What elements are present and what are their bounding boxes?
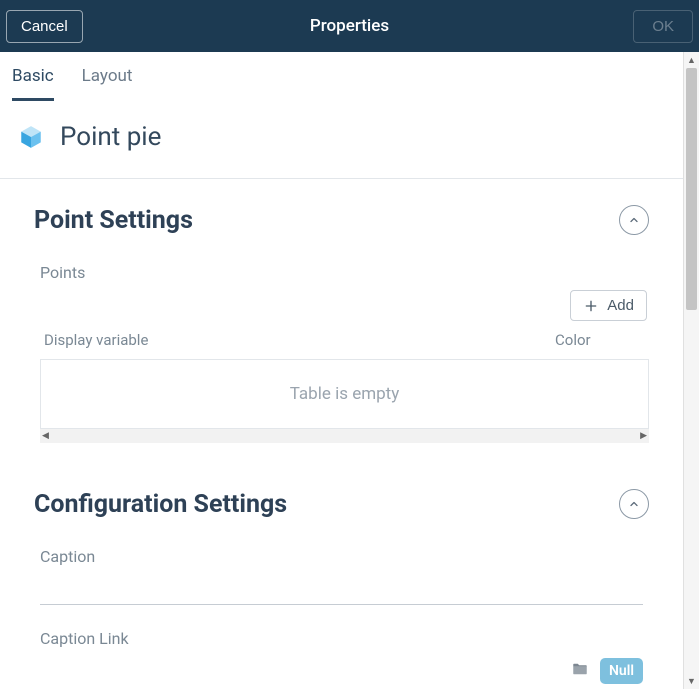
column-header-display-variable: Display variable bbox=[44, 331, 555, 349]
scroll-right-icon: ▶ bbox=[640, 431, 647, 441]
collapse-button-point-settings[interactable] bbox=[619, 205, 649, 235]
points-label: Points bbox=[40, 263, 649, 282]
points-table-empty: Table is empty bbox=[40, 359, 649, 429]
chevron-up-icon bbox=[628, 498, 640, 510]
scroll-thumb[interactable] bbox=[686, 68, 697, 310]
caption-link-label: Caption Link bbox=[40, 629, 643, 648]
scroll-down-icon: ▼ bbox=[684, 673, 699, 689]
page-title: Point pie bbox=[60, 122, 161, 152]
chevron-up-icon bbox=[628, 214, 640, 226]
add-button-label: Add bbox=[607, 297, 634, 314]
vertical-scrollbar[interactable]: ▲ ▼ bbox=[683, 52, 699, 689]
ok-button[interactable]: OK bbox=[633, 10, 693, 43]
horizontal-scrollbar[interactable]: ◀ ▶ bbox=[40, 429, 649, 443]
tab-basic[interactable]: Basic bbox=[12, 66, 54, 101]
scroll-track[interactable] bbox=[684, 68, 699, 673]
plus-icon bbox=[583, 298, 599, 314]
scroll-up-icon: ▲ bbox=[684, 52, 699, 68]
section-configuration-settings: Configuration Settings Caption Caption L… bbox=[0, 453, 683, 689]
tabs: Basic Layout bbox=[0, 52, 683, 102]
points-table: Display variable Color Table is empty ◀ … bbox=[40, 327, 649, 443]
caption-input[interactable] bbox=[40, 574, 643, 605]
section-title-configuration-settings: Configuration Settings bbox=[34, 490, 287, 519]
scroll-left-icon: ◀ bbox=[42, 431, 49, 441]
section-point-settings: Point Settings Points Add Display variab… bbox=[0, 179, 683, 453]
null-button[interactable]: Null bbox=[600, 658, 643, 684]
folder-icon[interactable] bbox=[570, 660, 590, 682]
section-title-point-settings: Point Settings bbox=[34, 206, 193, 235]
dialog-header: Cancel Properties OK bbox=[0, 0, 699, 52]
main-content: Basic Layout Point pie Point Settings bbox=[0, 52, 683, 689]
caption-label: Caption bbox=[40, 547, 643, 566]
add-point-button[interactable]: Add bbox=[570, 290, 647, 321]
dialog-title: Properties bbox=[0, 16, 699, 36]
cube-icon bbox=[18, 124, 44, 150]
tab-layout[interactable]: Layout bbox=[82, 66, 133, 101]
collapse-button-configuration-settings[interactable] bbox=[619, 489, 649, 519]
cancel-button[interactable]: Cancel bbox=[6, 10, 83, 43]
column-header-color: Color bbox=[555, 331, 645, 349]
page-title-row: Point pie bbox=[0, 102, 683, 178]
